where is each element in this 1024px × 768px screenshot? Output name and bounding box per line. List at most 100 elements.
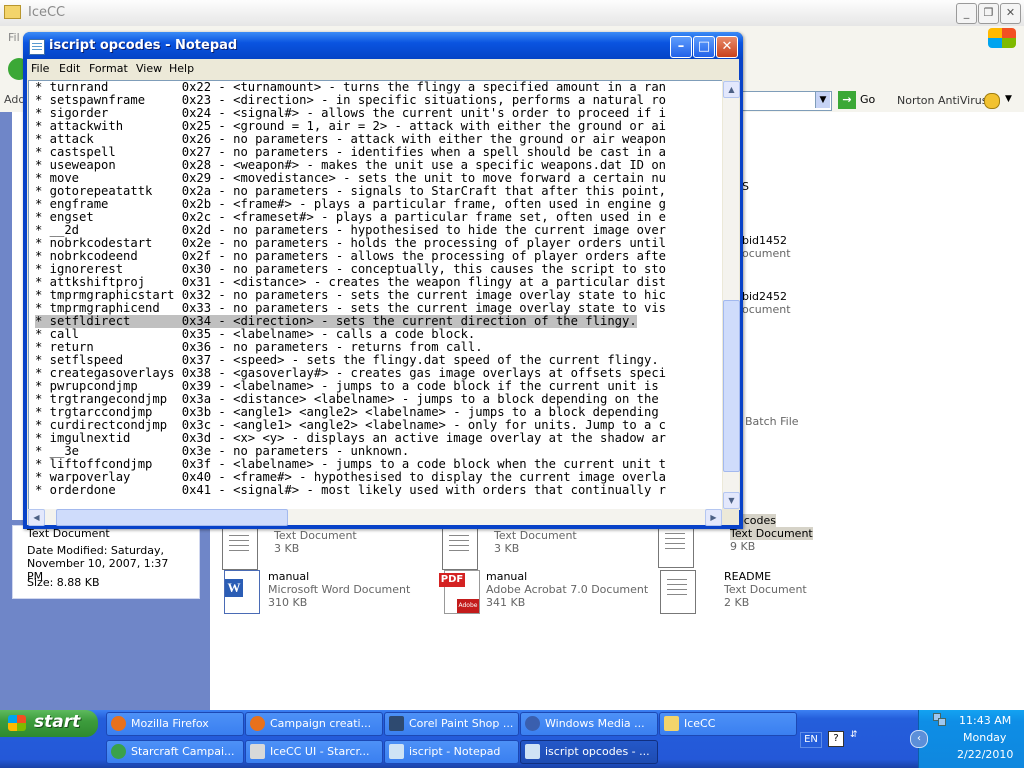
text-editor[interactable]: * turnrand 0x22 - <turnamount> - turns t… xyxy=(28,80,723,510)
horizontal-scroll-thumb[interactable] xyxy=(56,509,288,526)
task-button-active[interactable]: iscript opcodes - ... xyxy=(520,740,658,764)
clock-day: Monday xyxy=(963,731,1007,744)
network-icon[interactable] xyxy=(933,713,946,726)
file-size: 341 KB xyxy=(486,596,526,609)
file-size: 9 KB xyxy=(730,540,756,553)
text-doc-icon xyxy=(660,570,696,614)
task-button[interactable]: Starcraft Campai... xyxy=(106,740,244,764)
task-label: Starcraft Campai... xyxy=(131,745,235,758)
minimize-button[interactable]: _ xyxy=(956,3,977,24)
notepad-window: iscript opcodes - Notepad – □ ✕ File Edi… xyxy=(23,32,743,529)
file-size: 3 KB xyxy=(494,542,520,555)
task-label: Mozilla Firefox xyxy=(131,717,209,730)
partial-label: Batch File xyxy=(745,415,799,428)
pdf-doc-icon: PDF Adobe xyxy=(439,570,480,614)
file-item-manual-doc[interactable]: W manual Microsoft Word Document 310 KB xyxy=(218,570,418,618)
start-button[interactable]: start xyxy=(0,710,98,737)
partial-label: S xyxy=(742,180,749,193)
text-line: * orderdone 0x41 - <signal#> - most like… xyxy=(35,483,667,497)
file-type: Text Document xyxy=(274,529,357,542)
file-type: Text Document xyxy=(724,583,807,596)
menu-edit[interactable]: Edit xyxy=(59,62,80,75)
help-icon[interactable]: ? xyxy=(828,731,844,747)
file-name: manual xyxy=(486,570,528,583)
file-size: 2 KB xyxy=(724,596,750,609)
details-panel: Text Document Date Modified: Saturday, N… xyxy=(12,525,200,599)
file-size: 310 KB xyxy=(268,596,308,609)
task-button[interactable]: iscript - Notepad xyxy=(384,740,519,764)
task-button[interactable]: Campaign creati... xyxy=(245,712,383,736)
notepad-client: * turnrand 0x22 - <turnamount> - turns t… xyxy=(27,79,740,526)
media-player-icon xyxy=(525,716,540,731)
task-button[interactable]: IceCC xyxy=(659,712,797,736)
maximize-button[interactable]: □ xyxy=(693,36,715,58)
text-doc-icon xyxy=(442,526,478,570)
firefox-icon xyxy=(250,716,265,731)
windows-flag-icon xyxy=(8,715,26,731)
notepad-icon xyxy=(525,744,540,759)
scroll-down-icon[interactable]: ▼ xyxy=(723,492,740,509)
scroll-left-icon[interactable]: ◀ xyxy=(28,509,45,526)
vertical-scroll-thumb[interactable] xyxy=(723,300,740,472)
notepad-title: iscript opcodes - Notepad xyxy=(49,38,238,53)
file-type: Text Document xyxy=(494,529,577,542)
chevron-down-icon[interactable]: ▼ xyxy=(815,92,830,108)
task-label: IceCC xyxy=(684,717,716,730)
file-item-manual-pdf[interactable]: PDF Adobe manual Adobe Acrobat 7.0 Docume… xyxy=(438,570,648,618)
partial-label: bid2452 xyxy=(742,290,788,303)
close-button[interactable]: ✕ xyxy=(1000,3,1021,24)
file-size: 3 KB xyxy=(274,542,300,555)
task-label: Corel Paint Shop ... xyxy=(409,717,514,730)
menu-file[interactable]: Fil xyxy=(8,31,20,44)
go-button[interactable]: → Go xyxy=(838,91,878,109)
file-type: Microsoft Word Document xyxy=(268,583,411,596)
task-label: IceCC UI - Starcr... xyxy=(270,745,370,758)
task-button[interactable]: Mozilla Firefox xyxy=(106,712,244,736)
go-label: Go xyxy=(860,93,876,106)
system-tray: ‹ 11:43 AM Monday 2/22/2010 xyxy=(910,710,1024,768)
file-item-readme[interactable]: README Text Document 2 KB xyxy=(658,570,858,618)
minimize-button[interactable]: – xyxy=(670,36,692,58)
task-label: Campaign creati... xyxy=(270,717,372,730)
task-button[interactable]: Corel Paint Shop ... xyxy=(384,712,519,736)
notepad-menubar: File Edit Format View Help xyxy=(27,59,739,79)
norton-icon[interactable] xyxy=(984,93,1000,109)
chevron-left-icon[interactable]: ‹ xyxy=(910,730,928,748)
word-doc-icon: W xyxy=(224,570,260,614)
task-button[interactable]: Windows Media ... xyxy=(520,712,658,736)
clock-date: 2/22/2010 xyxy=(957,748,1014,761)
scroll-up-icon[interactable]: ▲ xyxy=(723,81,740,98)
restore-icon[interactable]: ⇵ xyxy=(850,730,858,740)
text-doc-icon xyxy=(658,524,694,568)
horizontal-scrollbar[interactable]: ◀ ▶ xyxy=(28,509,722,526)
language-indicator[interactable]: EN xyxy=(800,732,822,748)
menu-help[interactable]: Help xyxy=(169,62,194,75)
file-type: Adobe Acrobat 7.0 Document xyxy=(486,583,649,596)
close-button[interactable]: ✕ xyxy=(716,36,738,58)
scroll-right-icon[interactable]: ▶ xyxy=(705,509,722,526)
task-label: iscript opcodes - ... xyxy=(545,745,650,758)
menu-format[interactable]: Format xyxy=(89,62,128,75)
partial-label: ocument xyxy=(742,247,791,260)
globe-icon xyxy=(111,744,126,759)
notepad-titlebar[interactable]: iscript opcodes - Notepad – □ ✕ xyxy=(23,32,743,59)
clock-time[interactable]: 11:43 AM xyxy=(959,714,1011,727)
folder-icon xyxy=(4,5,21,19)
maximize-button[interactable]: ❐ xyxy=(978,3,999,24)
explorer-titlebar[interactable]: IceCC _ ❐ ✕ xyxy=(0,0,1024,27)
folder-icon xyxy=(664,716,679,731)
vertical-scrollbar[interactable]: ▲ ▼ xyxy=(722,80,740,510)
windows-logo-icon xyxy=(988,28,1016,48)
menu-view[interactable]: View xyxy=(136,62,162,75)
norton-label[interactable]: Norton AntiVirus xyxy=(897,94,987,107)
task-label: Windows Media ... xyxy=(545,717,645,730)
notepad-icon xyxy=(389,744,404,759)
partial-label: bid1452 xyxy=(742,234,788,247)
resize-grip-icon[interactable] xyxy=(723,510,738,525)
file-name: README xyxy=(724,570,772,583)
file-name: manual xyxy=(268,570,310,583)
chevron-down-icon[interactable]: ▼ xyxy=(1005,94,1012,104)
task-button[interactable]: IceCC UI - Starcr... xyxy=(245,740,383,764)
menu-file[interactable]: File xyxy=(31,62,49,75)
text-doc-icon xyxy=(222,526,258,570)
